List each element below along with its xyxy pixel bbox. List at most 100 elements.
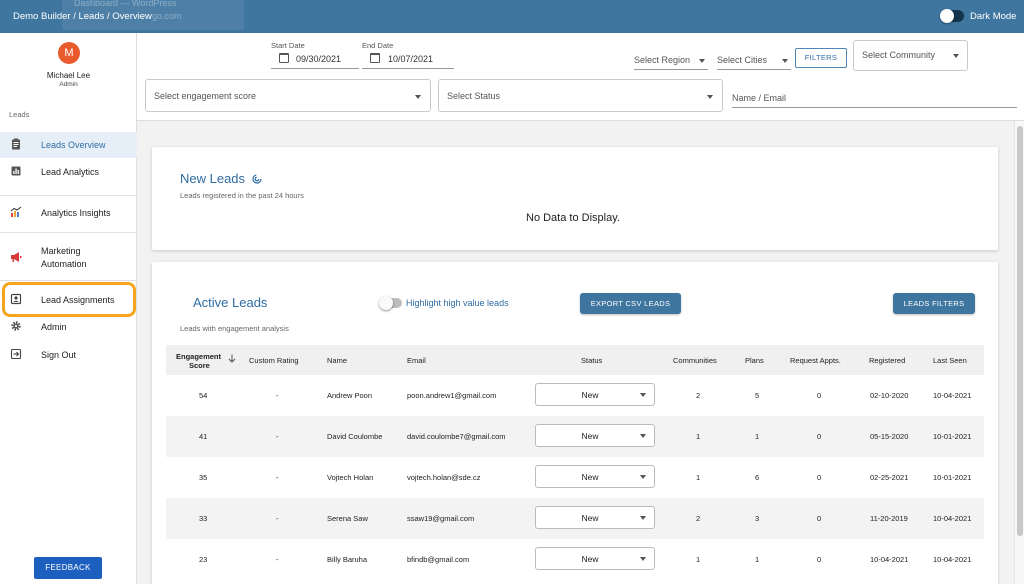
chevron-down-icon: [782, 59, 788, 63]
chevron-down-icon: [640, 434, 646, 438]
status-dropdown[interactable]: New: [535, 506, 655, 529]
new-leads-subtitle: Leads registered in the past 24 hours: [180, 191, 304, 200]
sidebar-item-marketing-automation[interactable]: Marketing Automation: [0, 241, 137, 275]
sidebar-divider: [0, 195, 137, 196]
filters-button[interactable]: FILTERS: [795, 48, 847, 68]
cell-plans: 5: [755, 391, 760, 400]
sidebar-item-leads-overview[interactable]: Leads Overview: [0, 132, 137, 158]
table-row[interactable]: 35 - Vojtech Holan vojtech.holan@sde.cz …: [166, 457, 984, 498]
status-dropdown[interactable]: New: [535, 383, 655, 406]
dark-mode-label: Dark Mode: [970, 11, 1017, 22]
status-value: New: [581, 390, 599, 400]
cell-rating: -: [276, 473, 279, 482]
region-select[interactable]: Select Region: [634, 55, 690, 65]
top-app-bar: Dashboard — WordPress go.com Demo Builde…: [0, 0, 1024, 33]
cell-appts: 0: [817, 432, 822, 441]
chevron-down-icon: [415, 95, 421, 99]
cell-rating: -: [276, 514, 279, 523]
column-header-status[interactable]: Status: [581, 356, 602, 365]
dark-mode-toggle[interactable]: [940, 9, 964, 23]
cell-appts: 0: [817, 391, 822, 400]
feedback-button[interactable]: FEEDBACK: [34, 557, 102, 579]
scrollbar[interactable]: [1014, 121, 1024, 584]
column-header-communities[interactable]: Communities: [673, 356, 717, 365]
end-date-input[interactable]: 10/07/2021: [388, 54, 433, 64]
table-row[interactable]: 23 - Billy Baruha bfindb@gmail.com New 1…: [166, 539, 984, 580]
column-header-custom-rating[interactable]: Custom Rating: [249, 356, 299, 365]
cell-score: 23: [199, 555, 208, 564]
table-row[interactable]: 33 - Serena Saw ssaw19@gmail.com New 2 3…: [166, 498, 984, 539]
column-header-request-appts[interactable]: Request Appts.: [790, 356, 841, 365]
cell-registered: 02-25-2021: [870, 473, 909, 482]
table-row[interactable]: 41 - David Coulombe david.coulombe7@gmai…: [166, 416, 984, 457]
high-value-toggle[interactable]: [379, 296, 402, 310]
spiral-icon: [252, 174, 262, 184]
community-select[interactable]: Select Community: [853, 40, 968, 71]
status-value: New: [581, 431, 599, 441]
sidebar-item-label-line2: Automation: [41, 259, 87, 269]
sidebar-item-label: Marketing: [41, 246, 81, 256]
cell-score: 54: [199, 391, 208, 400]
sidebar-item-label: Lead Analytics: [41, 167, 100, 177]
chevron-down-icon: [640, 393, 646, 397]
gear-icon: [11, 321, 21, 331]
start-date-input[interactable]: 09/30/2021: [296, 54, 341, 64]
end-date-label: End Date: [362, 41, 394, 50]
engagement-score-select[interactable]: Select engagement score: [145, 79, 431, 112]
start-date-label: Start Date: [271, 41, 305, 50]
cell-appts: 0: [817, 473, 822, 482]
new-leads-title: New Leads: [180, 171, 246, 186]
active-leads-subtitle: Leads with engagement analysis: [180, 324, 289, 333]
cell-registered: 10-04-2021: [870, 555, 909, 564]
bar-chart-icon: [11, 166, 21, 176]
column-header-engagement-line2[interactable]: Score: [189, 361, 210, 370]
chevron-down-icon: [640, 557, 646, 561]
status-select[interactable]: Select Status: [438, 79, 723, 112]
filter-bar: Start Date 09/30/2021 End Date 10/07/202…: [137, 33, 1024, 121]
sidebar-item-label: Analytics Insights: [41, 208, 111, 218]
column-header-email[interactable]: Email: [407, 356, 426, 365]
cell-last-seen: 10-04-2021: [933, 555, 972, 564]
cell-email: poon.andrew1@gmail.com: [407, 391, 497, 400]
no-data-message: No Data to Display.: [526, 212, 620, 224]
new-leads-card: New Leads Leads registered in the past 2…: [152, 147, 998, 250]
cell-score: 33: [199, 514, 208, 523]
status-dropdown[interactable]: New: [535, 547, 655, 570]
status-dropdown[interactable]: New: [535, 465, 655, 488]
export-csv-button[interactable]: EXPORT CSV LEADS: [580, 293, 681, 314]
calendar-icon[interactable]: [279, 53, 289, 63]
scrollbar-thumb[interactable]: [1017, 126, 1023, 536]
cell-name: David Coulombe: [327, 432, 383, 441]
status-select-text: Select Status: [447, 91, 501, 101]
table-row[interactable]: 54 - Andrew Poon poon.andrew1@gmail.com …: [166, 375, 984, 416]
cell-communities: 1: [696, 432, 701, 441]
column-header-plans[interactable]: Plans: [745, 356, 764, 365]
toggle-knob: [940, 9, 954, 23]
column-header-registered[interactable]: Registered: [869, 356, 905, 365]
cell-registered: 11-20-2019: [870, 514, 908, 523]
cities-underline: [717, 69, 791, 70]
leads-filters-button[interactable]: LEADS FILTERS: [893, 293, 975, 314]
cell-appts: 0: [817, 555, 822, 564]
sign-out-icon: [10, 348, 22, 360]
status-dropdown[interactable]: New: [535, 424, 655, 447]
sidebar-item-analytics-insights[interactable]: Analytics Insights: [0, 200, 137, 226]
cell-score: 35: [199, 473, 208, 482]
community-select-text: Select Community: [862, 50, 936, 60]
cities-select[interactable]: Select Cities: [717, 55, 767, 65]
column-header-last-seen[interactable]: Last Seen: [933, 356, 967, 365]
sort-arrow-down-icon[interactable]: [228, 354, 236, 363]
avatar[interactable]: M: [58, 42, 80, 64]
column-header-name[interactable]: Name: [327, 356, 347, 365]
megaphone-icon: [11, 252, 22, 262]
sidebar-item-sign-out[interactable]: Sign Out: [0, 342, 137, 368]
sidebar-item-lead-analytics[interactable]: Lead Analytics: [0, 159, 137, 185]
cell-email: bfindb@gmail.com: [407, 555, 470, 564]
cell-email: david.coulombe7@gmail.com: [407, 432, 506, 441]
column-header-engagement[interactable]: Engagement: [176, 352, 221, 361]
sidebar-item-admin[interactable]: Admin: [0, 314, 137, 340]
calendar-icon[interactable]: [370, 53, 380, 63]
name-email-input[interactable]: Name / Email: [732, 93, 786, 103]
chevron-down-icon: [699, 59, 705, 63]
status-value: New: [581, 513, 599, 523]
